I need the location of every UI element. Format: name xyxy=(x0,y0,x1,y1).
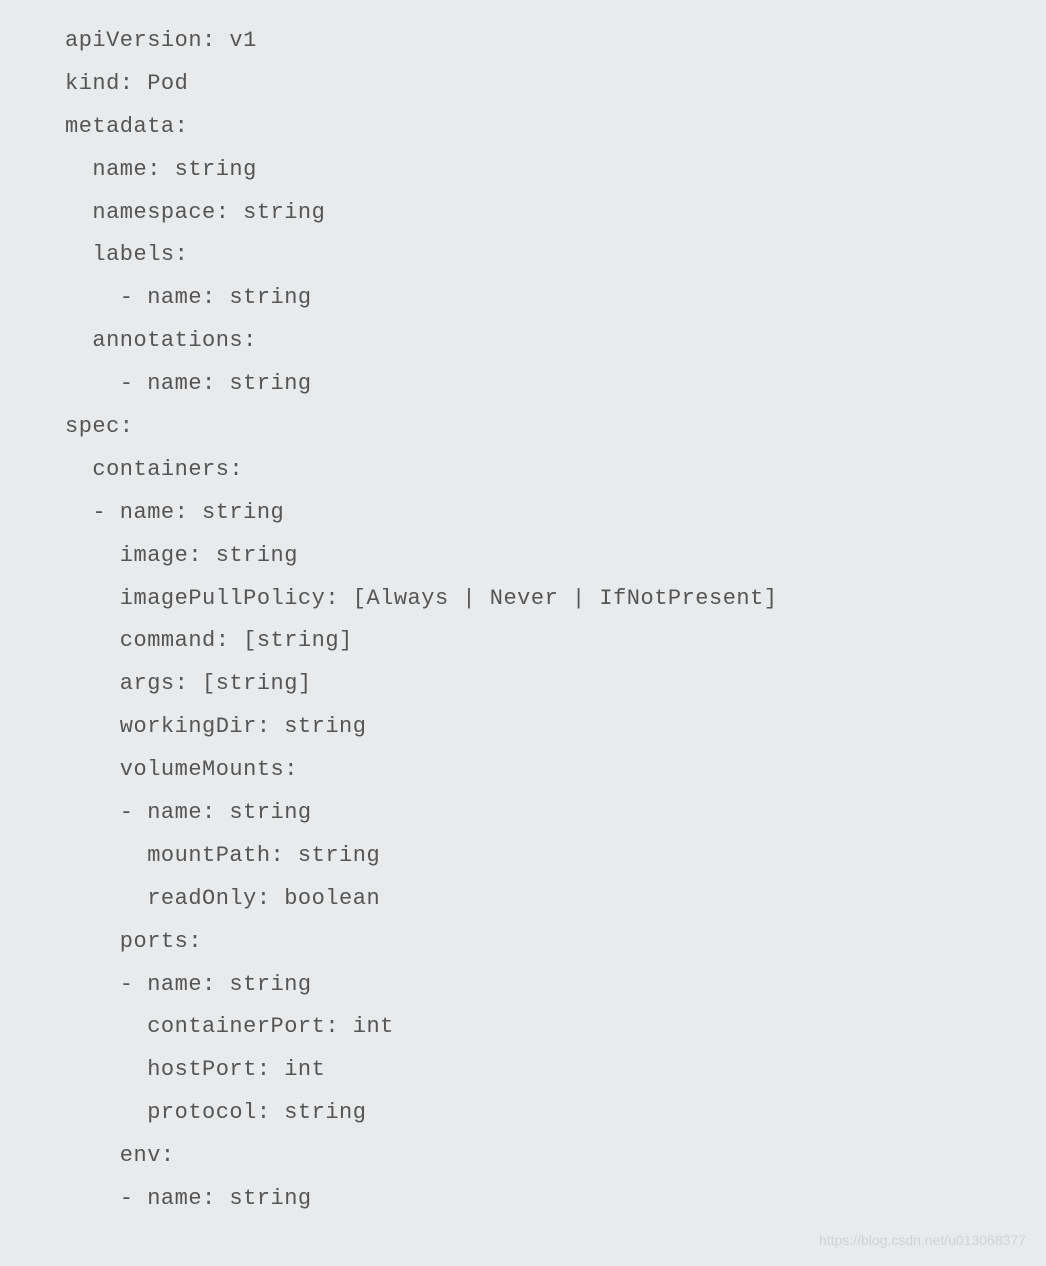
code-line: spec: xyxy=(65,414,134,439)
code-line: - name: string xyxy=(65,500,284,525)
code-line: containers: xyxy=(65,457,243,482)
code-line: containerPort: int xyxy=(65,1014,394,1039)
code-line: apiVersion: v1 xyxy=(65,28,257,53)
code-line: namespace: string xyxy=(65,200,325,225)
code-line: args: [string] xyxy=(65,671,312,696)
code-line: command: [string] xyxy=(65,628,353,653)
code-line: labels: xyxy=(65,242,188,267)
code-line: metadata: xyxy=(65,114,188,139)
code-line: volumeMounts: xyxy=(65,757,298,782)
yaml-code-block: apiVersion: v1 kind: Pod metadata: name:… xyxy=(65,20,1046,1221)
code-line: protocol: string xyxy=(65,1100,366,1125)
code-line: kind: Pod xyxy=(65,71,188,96)
code-line: workingDir: string xyxy=(65,714,366,739)
code-line: imagePullPolicy: [Always | Never | IfNot… xyxy=(65,586,778,611)
code-line: - name: string xyxy=(65,800,312,825)
code-line: - name: string xyxy=(65,972,312,997)
code-line: hostPort: int xyxy=(65,1057,325,1082)
code-line: annotations: xyxy=(65,328,257,353)
code-line: name: string xyxy=(65,157,257,182)
code-line: - name: string xyxy=(65,1186,312,1211)
code-line: readOnly: boolean xyxy=(65,886,380,911)
code-line: - name: string xyxy=(65,371,312,396)
code-line: image: string xyxy=(65,543,298,568)
code-line: mountPath: string xyxy=(65,843,380,868)
watermark-text: https://blog.csdn.net/u013068377 xyxy=(819,1227,1026,1254)
code-line: - name: string xyxy=(65,285,312,310)
code-line: env: xyxy=(65,1143,175,1168)
code-line: ports: xyxy=(65,929,202,954)
